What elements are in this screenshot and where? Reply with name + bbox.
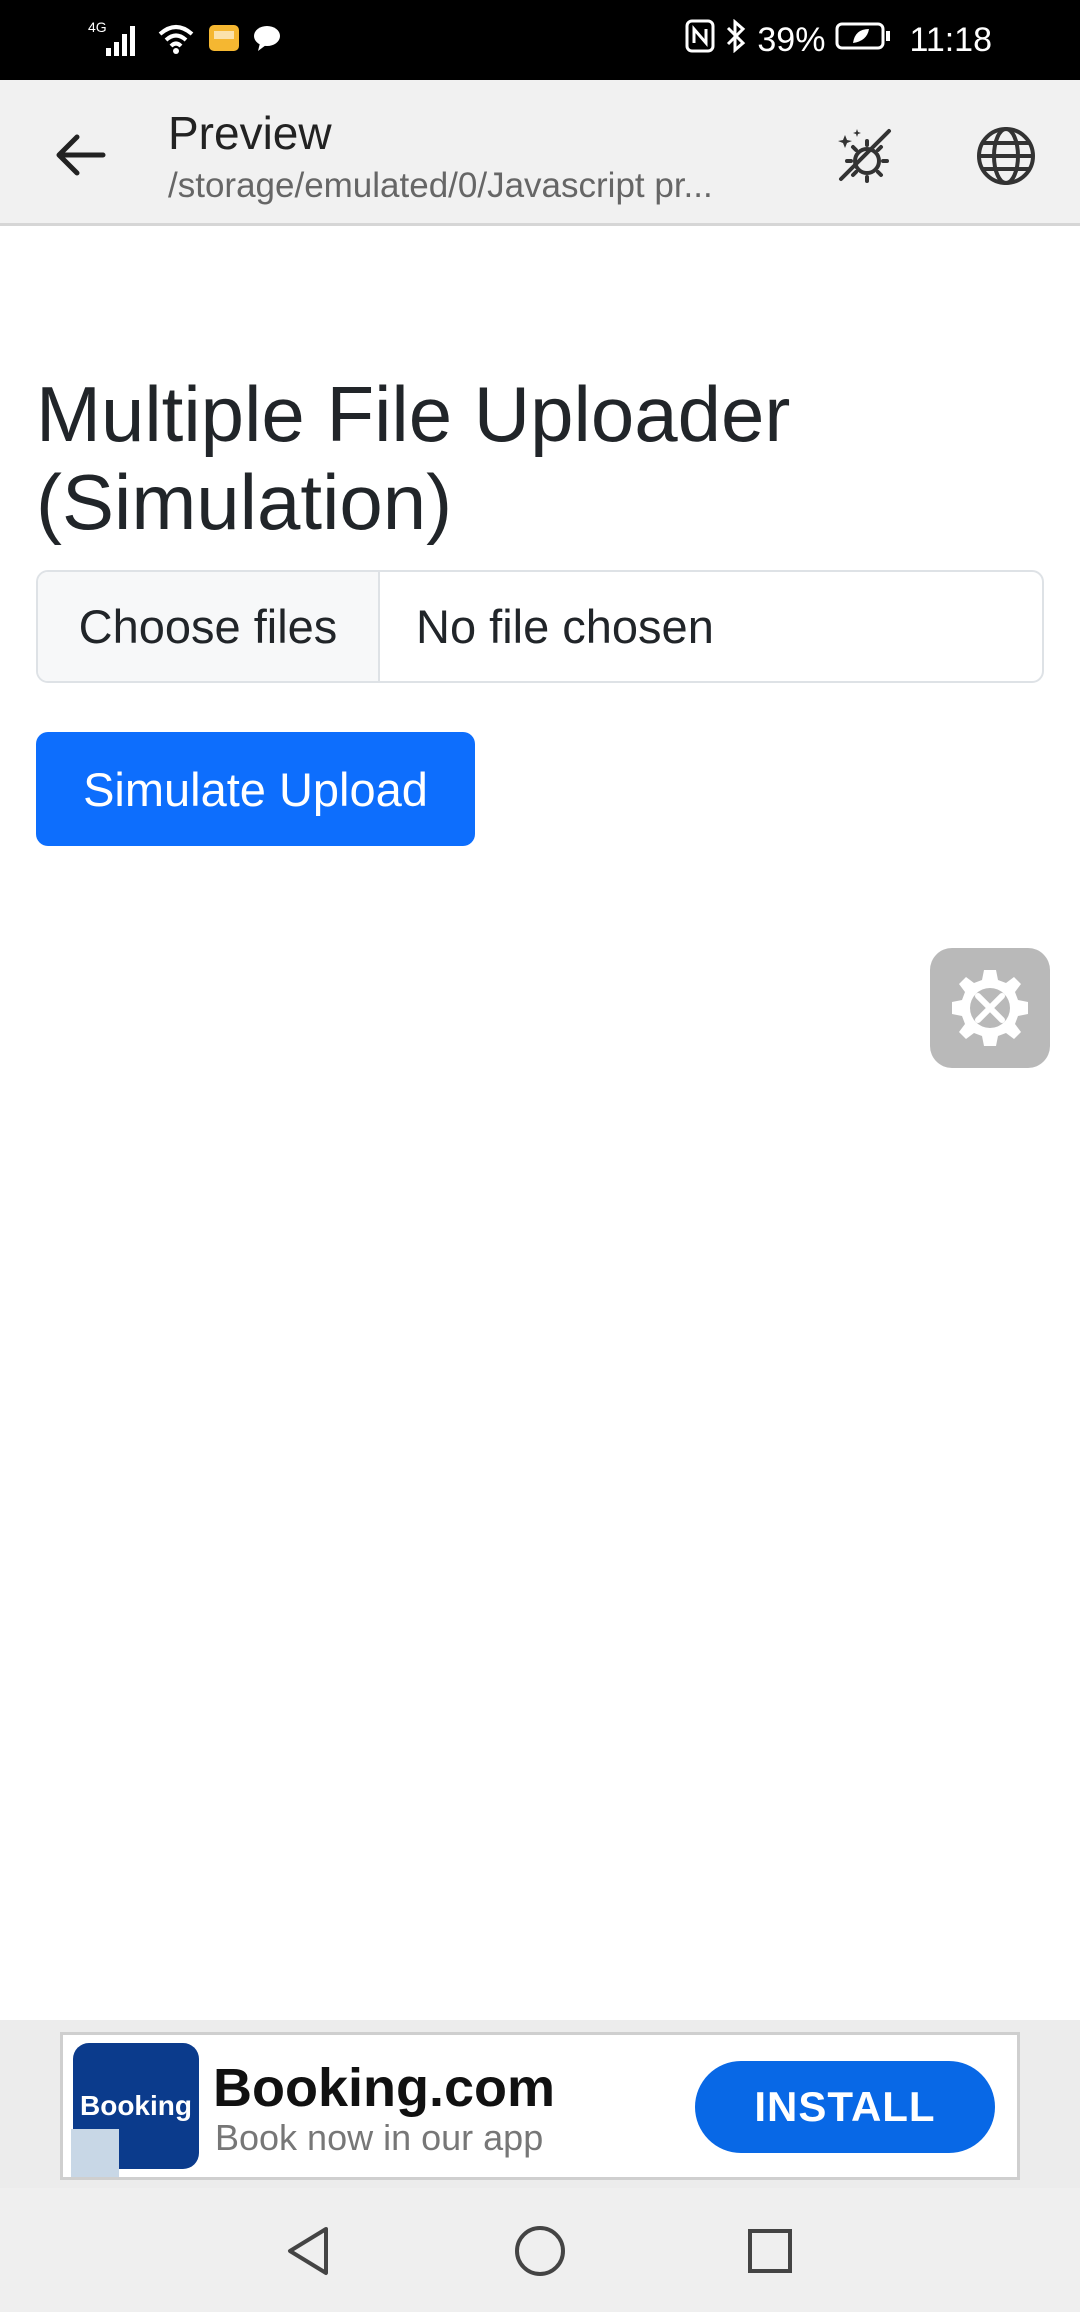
file-status-text: No file chosen [416, 600, 714, 653]
clock: 11:18 [909, 20, 992, 59]
circle-home-icon [515, 2226, 565, 2276]
back-arrow-icon [56, 134, 106, 176]
theme-toggle-button[interactable] [824, 116, 904, 196]
status-right-icons: 39% 11:18 [685, 18, 992, 62]
ad-install-button[interactable]: INSTALL [695, 2061, 995, 2153]
file-input[interactable]: Choose files No file chosen [36, 570, 1044, 683]
ad-banner: Booking Booking.com Book now in our app … [0, 2020, 1080, 2188]
nav-home-button[interactable] [505, 2216, 575, 2286]
status-left-icons: 4G [88, 18, 282, 62]
network-type-label: 4G [88, 19, 107, 35]
system-nav-bar [0, 2188, 1080, 2312]
nav-back-button[interactable] [273, 2216, 343, 2286]
square-recents-icon [748, 2229, 792, 2273]
simulate-upload-button[interactable]: Simulate Upload [36, 732, 475, 846]
gear-tools-icon [952, 970, 1028, 1046]
globe-icon [977, 127, 1035, 185]
choose-files-button[interactable]: Choose files [38, 572, 380, 681]
back-button[interactable] [40, 120, 120, 190]
app-bar: Preview /storage/emulated/0/Javascript p… [0, 80, 1080, 226]
battery-icon [835, 21, 891, 60]
app-title: Preview [168, 107, 332, 159]
bluetooth-icon [725, 18, 747, 62]
triangle-back-icon [288, 2227, 328, 2275]
wifi-icon [156, 20, 196, 61]
file-path: /storage/emulated/0/Javascript pr... [168, 166, 713, 205]
theme-toggle-icon [838, 129, 891, 183]
gallery-notification-icon [208, 22, 240, 59]
nfc-icon [685, 19, 715, 62]
status-bar: 4G 39% 11:18 [0, 0, 1080, 80]
page-heading: Multiple File Uploader (Simulation) [36, 370, 791, 546]
browser-button[interactable] [966, 116, 1046, 196]
ad-choices-icon[interactable] [71, 2129, 119, 2177]
battery-percent: 39% [757, 20, 826, 59]
signal-icon: 4G [88, 18, 144, 63]
nav-recents-button[interactable] [735, 2216, 805, 2286]
message-notification-icon [252, 23, 282, 58]
developer-tools-button[interactable] [930, 948, 1050, 1068]
ad-title: Booking.com [213, 2058, 556, 2118]
ad-container[interactable]: Booking Booking.com Book now in our app … [60, 2032, 1020, 2180]
ad-subtitle: Book now in our app [215, 2117, 544, 2158]
